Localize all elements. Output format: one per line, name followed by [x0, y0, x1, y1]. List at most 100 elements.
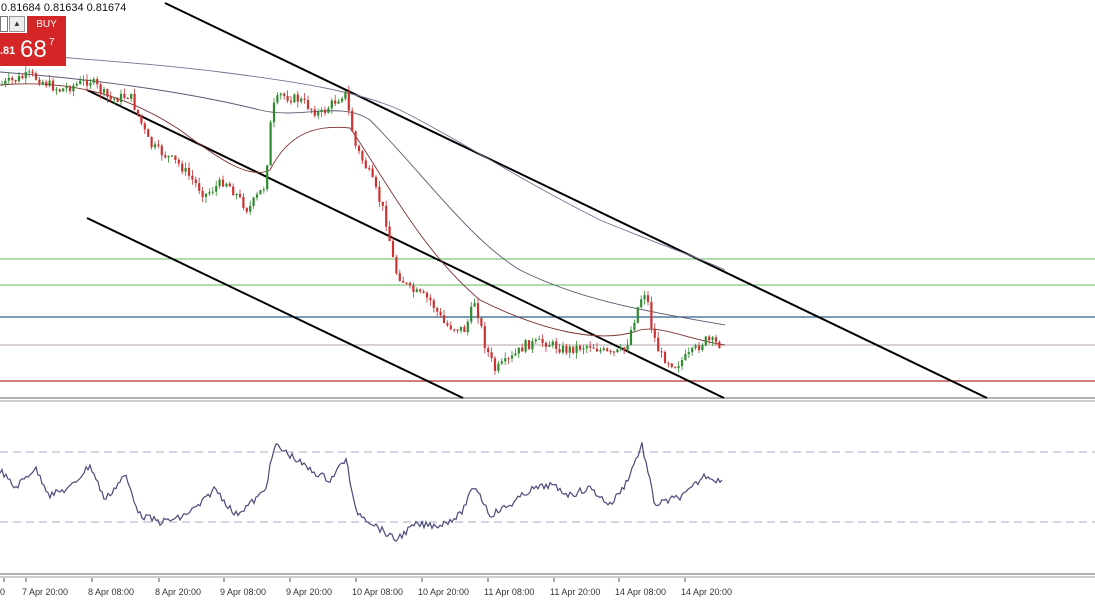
- candle-body: [633, 322, 636, 331]
- time-axis-label: 0: [0, 587, 5, 597]
- candle-body: [160, 145, 163, 156]
- lot-size-input[interactable]: [0, 16, 8, 32]
- candle-body: [521, 347, 524, 352]
- candle-body: [497, 363, 500, 371]
- rsi-line[interactable]: [0, 442, 723, 542]
- candle-body: [419, 289, 422, 292]
- candle-body: [490, 352, 493, 359]
- candle-body: [459, 326, 463, 331]
- candle-body: [612, 351, 616, 353]
- candle-body: [99, 84, 102, 93]
- candle-body: [578, 345, 582, 350]
- candle-body: [269, 122, 272, 166]
- candle-body: [524, 340, 527, 352]
- candle-body: [592, 347, 595, 349]
- candle-body: [504, 358, 507, 362]
- candle-body: [51, 80, 55, 91]
- time-axis-label: 11 Apr 08:00: [484, 587, 534, 597]
- candle-body: [221, 179, 225, 187]
- candle-body: [167, 155, 170, 158]
- candle-body: [85, 79, 89, 86]
- candle-body: [623, 347, 626, 351]
- candle-body: [344, 91, 347, 99]
- candle-body: [79, 80, 82, 84]
- candle-body: [670, 363, 673, 368]
- candle-body: [68, 86, 72, 92]
- candle-body: [7, 77, 10, 81]
- candle-body: [11, 77, 14, 81]
- buy-price-big: 68: [20, 36, 47, 63]
- time-axis-label: 7 Apr 20:00: [22, 587, 68, 597]
- candle-body: [174, 155, 177, 160]
- candle-body: [391, 241, 395, 258]
- candle-body: [228, 183, 231, 187]
- candle-body: [133, 93, 136, 110]
- candle-body: [691, 347, 694, 353]
- candle-body: [442, 315, 446, 323]
- candle-body: [116, 98, 119, 103]
- candle-body: [561, 345, 565, 353]
- candle-body: [677, 366, 680, 368]
- candle-body: [548, 345, 551, 347]
- buy-button[interactable]: BUY: [27, 16, 66, 33]
- candle-body: [565, 345, 568, 353]
- buy-price-prefix: .81: [0, 45, 16, 57]
- candle-body: [147, 129, 150, 137]
- candle-body: [340, 98, 344, 102]
- candle-body: [238, 194, 242, 197]
- lot-size-up-arrow-icon[interactable]: ▲: [9, 16, 25, 32]
- buy-panel[interactable]: .81 68 7 BUY ▲: [0, 16, 66, 66]
- chart-canvas[interactable]: 0 7 Apr 20:00 8 Apr 08:00 8 Apr 20:00 9 Apr …: [0, 0, 1095, 600]
- candle-body: [306, 100, 310, 109]
- candle-body: [96, 79, 99, 85]
- candlestick-series[interactable]: [0, 66, 721, 375]
- candle-body: [694, 345, 697, 348]
- candle-body: [456, 329, 459, 331]
- candle-body: [493, 358, 497, 371]
- candle-body: [334, 100, 337, 104]
- candle-body: [663, 352, 667, 364]
- channel-middle-trendline[interactable]: [86, 89, 725, 399]
- candle-body: [327, 108, 330, 113]
- candle-body: [41, 81, 44, 85]
- candle-body: [388, 226, 391, 242]
- candle-body: [510, 355, 514, 359]
- candle-body: [262, 189, 265, 191]
- candle-body: [14, 80, 17, 82]
- candle-body: [595, 348, 599, 352]
- candle-body: [276, 95, 279, 103]
- candle-body: [470, 306, 473, 322]
- candle-body: [378, 186, 381, 202]
- candle-body: [640, 299, 643, 308]
- candle-body: [453, 329, 456, 331]
- candle-body: [65, 86, 68, 89]
- candle-body: [320, 109, 323, 113]
- candle-body: [82, 79, 85, 81]
- candle-body: [211, 191, 214, 193]
- candle-body: [17, 76, 21, 82]
- candle-body: [708, 336, 711, 341]
- moving-average-medium: [0, 71, 726, 326]
- candle-body: [272, 102, 276, 123]
- candle-body: [449, 325, 452, 330]
- candle-body: [422, 291, 425, 293]
- candle-body: [113, 98, 116, 100]
- candle-body: [643, 295, 646, 300]
- candle-body: [126, 98, 129, 100]
- candle-body: [660, 351, 663, 353]
- candle-body: [58, 89, 61, 92]
- candle-body: [680, 360, 684, 367]
- candle-body: [106, 89, 109, 97]
- candle-body: [483, 326, 486, 349]
- channel-upper-trendline[interactable]: [164, 2, 988, 399]
- candle-body: [381, 201, 384, 206]
- candle-body: [89, 82, 92, 86]
- candle-body: [466, 321, 469, 333]
- candle-body: [150, 136, 153, 148]
- candle-body: [408, 282, 412, 286]
- time-axis-label: 9 Apr 08:00: [220, 587, 266, 597]
- candle-body: [283, 93, 286, 96]
- candle-body: [650, 301, 653, 329]
- buy-price-box[interactable]: .81 68 7: [0, 33, 66, 66]
- candle-body: [317, 112, 320, 116]
